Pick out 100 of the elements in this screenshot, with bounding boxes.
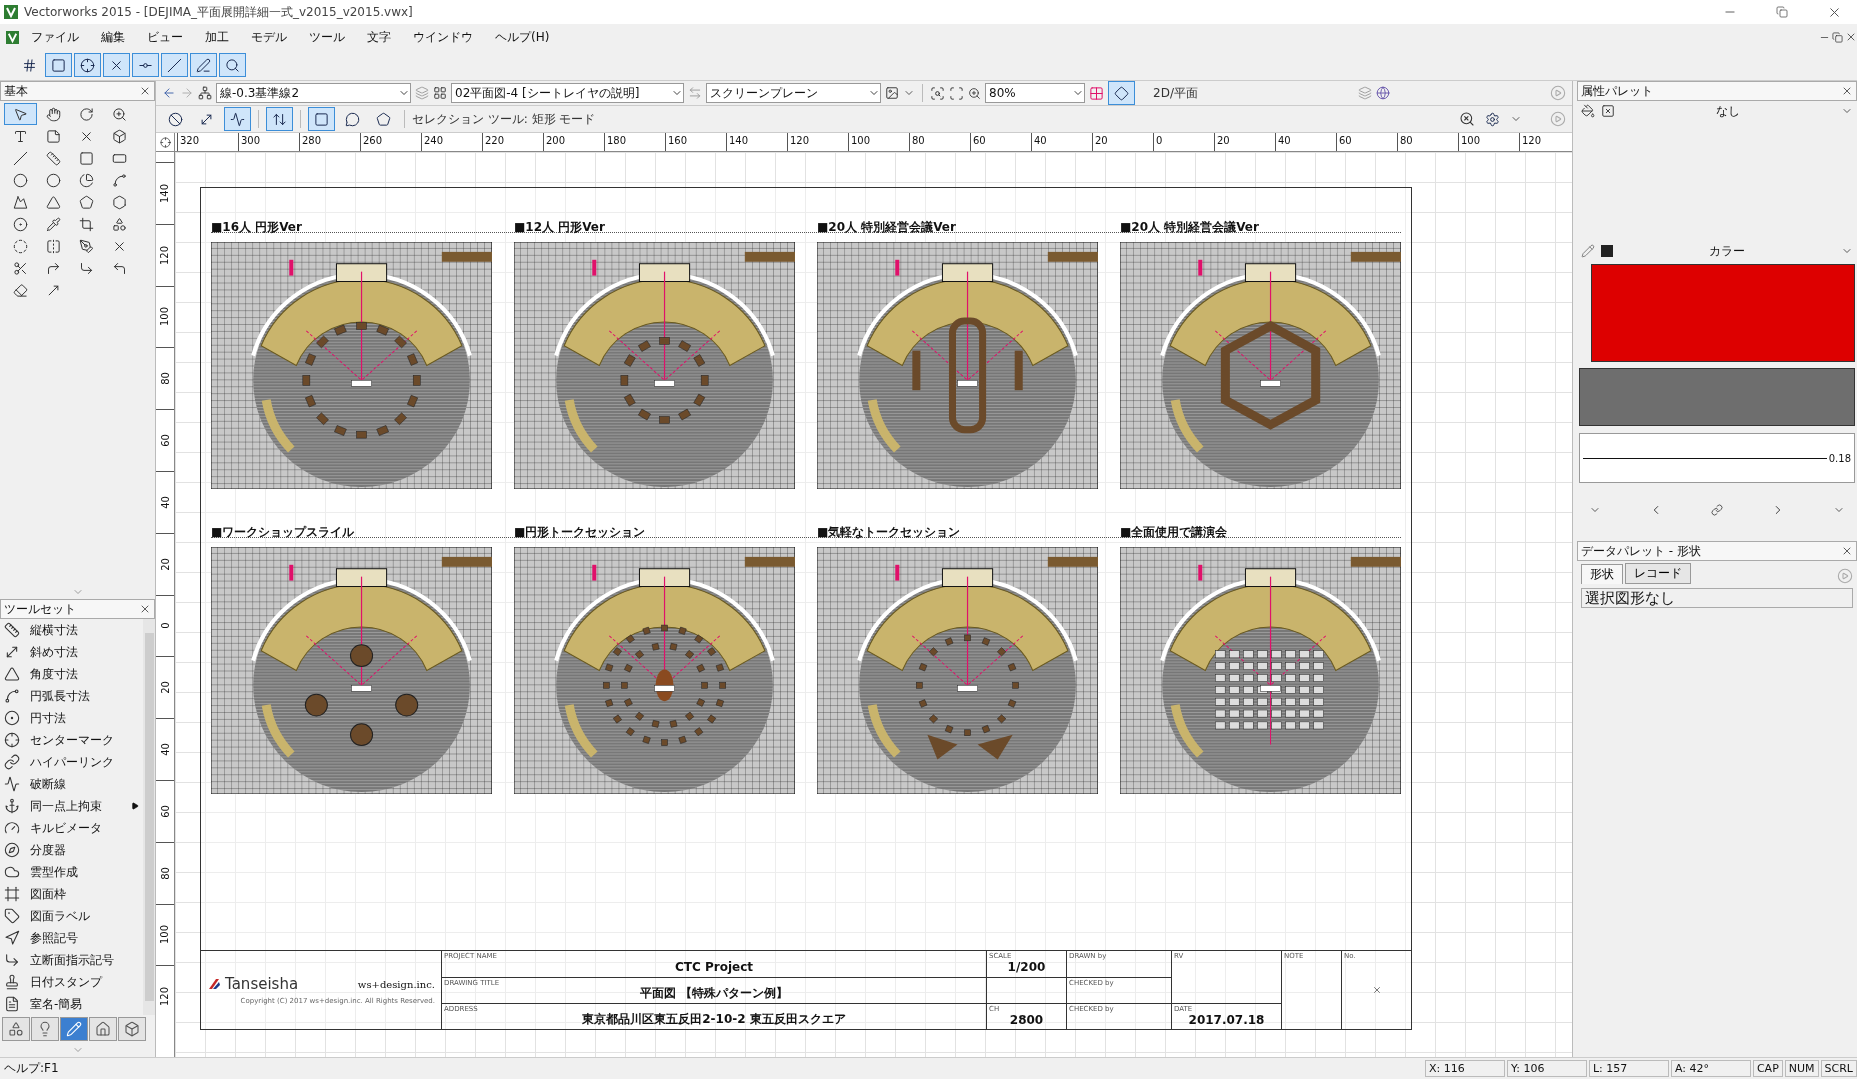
palette-title: 属性パレット <box>1581 82 1653 100</box>
address-value: 東京都品川区東五反田2-10-2 東五反田スクエア <box>582 1011 846 1028</box>
status-cell: L: 157 <box>1588 1060 1669 1077</box>
ruler-label: 60 <box>159 434 171 447</box>
menu-item[interactable]: ツール <box>299 26 355 48</box>
layer-dropdown[interactable]: 02平面図-4 [シートレイヤの説明] <box>451 83 684 103</box>
ruler-label: 0 <box>159 622 171 630</box>
class-dropdown[interactable]: 線-0.3基準線2 <box>216 83 411 103</box>
ruler-label: 120 <box>1519 133 1572 151</box>
ruler-label: 200 <box>543 133 604 151</box>
plan-title: ■円形トークセッション <box>514 524 647 541</box>
line-weight-field[interactable]: 0.18 <box>1579 433 1855 483</box>
view-label: 2D/平面 <box>1153 84 1198 102</box>
plane-dropdown[interactable]: スクリーンプレーン <box>706 83 881 103</box>
ruler-label: 40 <box>159 743 171 756</box>
plan-title: ■全面使用で講演会 <box>1120 524 1229 541</box>
palette-title: ツールセット <box>4 600 76 618</box>
ruler-label: 280 <box>299 133 360 151</box>
plan-title: ■20人 特別経営会議Ver <box>817 219 957 236</box>
tool-list-item[interactable]: 図面枠 <box>30 885 66 903</box>
ruler-label: 320 <box>177 133 238 151</box>
ruler-label: 40 <box>159 496 171 509</box>
tool-list-item[interactable]: 円弧長寸法 <box>30 687 90 705</box>
ruler-label: 100 <box>159 925 171 945</box>
tool-list-item[interactable]: 円寸法 <box>30 709 66 727</box>
menu-item[interactable]: 加工 <box>195 26 239 48</box>
tool-list-item[interactable]: 同一点上拘束 <box>30 797 102 815</box>
ruler-label: 260 <box>360 133 421 151</box>
ruler-label: 80 <box>159 866 171 880</box>
status-cell: SCRL <box>1820 1060 1857 1077</box>
ruler-label: 20 <box>1092 133 1153 151</box>
menu-item[interactable]: ビュー <box>137 26 193 48</box>
scale-value: 1/200 <box>1007 960 1046 974</box>
menu-item[interactable]: ファイル <box>21 26 89 48</box>
ruler-label: 120 <box>159 987 171 1007</box>
window-title: Vectorworks 2015 - [DEJIMA_平面展開詳細一式_v2015_v2015.vwx] <box>24 3 414 21</box>
fill-style[interactable]: なし <box>1621 102 1835 120</box>
plan-title: ■ワークショップスライル <box>211 524 356 541</box>
ruler-label: 60 <box>1336 133 1397 151</box>
tool-list-item[interactable]: 分度器 <box>30 841 66 859</box>
tool-list-item[interactable]: キルビメータ <box>30 819 102 837</box>
ruler-label: 100 <box>1458 133 1519 151</box>
tool-list-item[interactable]: センターマーク <box>30 731 114 749</box>
tool-list-item[interactable]: 立断面指示記号 <box>30 951 114 969</box>
ruler-label: 240 <box>421 133 482 151</box>
plan-title: ■12人 円形Ver <box>514 219 606 236</box>
ruler-label: 100 <box>848 133 909 151</box>
menu-item[interactable]: 文字 <box>357 26 401 48</box>
selection-field: 選択図形なし <box>1581 588 1853 608</box>
ruler-label: 40 <box>1275 133 1336 151</box>
tool-list-item[interactable]: 斜め寸法 <box>30 643 78 661</box>
pen-style[interactable]: カラー <box>1619 242 1835 260</box>
ruler-label: 140 <box>159 183 171 203</box>
tool-list-item[interactable]: 破断線 <box>30 775 66 793</box>
mode-status: セレクション ツール: 矩形 モード <box>412 110 596 128</box>
ruler-label: 20 <box>159 681 171 695</box>
ruler-label: 300 <box>238 133 299 151</box>
status-cell: Y: 106 <box>1506 1060 1587 1077</box>
ruler-label: 80 <box>159 372 171 386</box>
tool-list-item[interactable]: 角度寸法 <box>30 665 78 683</box>
tool-list-item[interactable]: 雲型作成 <box>30 863 78 881</box>
palette-title: データパレット - 形状 <box>1581 542 1701 560</box>
ruler-label: 40 <box>1031 133 1092 151</box>
ruler-label: 160 <box>665 133 726 151</box>
tool-list-item[interactable]: 室名-簡易 <box>30 995 83 1013</box>
status-cell: CAP <box>1752 1060 1783 1077</box>
plan-title: ■16人 円形Ver <box>211 219 303 236</box>
ruler-label: 80 <box>1397 133 1458 151</box>
drawing-title: 平面図 【特殊パターン例】 <box>639 985 789 1002</box>
ruler-label: 120 <box>159 245 171 265</box>
ruler-label: 120 <box>787 133 848 151</box>
palette-title: 基本 <box>4 82 28 100</box>
tool-list-item[interactable]: ハイパーリンク <box>30 753 114 771</box>
ruler-label: 60 <box>159 805 171 818</box>
status-cell: NUM <box>1784 1060 1819 1077</box>
tool-list-item[interactable]: 図面ラベル <box>30 907 90 925</box>
menu-item[interactable]: モデル <box>241 26 297 48</box>
ch-value: 2800 <box>1009 1012 1044 1027</box>
menu-item[interactable]: ウインドウ <box>403 26 483 48</box>
ruler-label: 20 <box>159 557 171 571</box>
plan-title: ■20人 特別経営会議Ver <box>1120 219 1260 236</box>
ruler-label: 20 <box>1214 133 1275 151</box>
help-hint: ヘルプ:F1 <box>3 1060 60 1077</box>
palette-tab[interactable]: レコード <box>1625 563 1691 584</box>
project-name: CTC Project <box>674 960 753 974</box>
tool-list-item[interactable]: 日付スタンプ <box>30 973 102 991</box>
tool-list-item[interactable]: 縦横寸法 <box>30 621 78 639</box>
ruler-label: 0 <box>1153 133 1214 151</box>
tool-list-item[interactable]: 参照記号 <box>30 929 78 947</box>
ruler-label: 80 <box>909 133 970 151</box>
ruler-label: 60 <box>970 133 1031 151</box>
status-cell: X: 116 <box>1424 1060 1505 1077</box>
status-cell: A: 42° <box>1670 1060 1751 1077</box>
menu-item[interactable]: 編集 <box>91 26 135 48</box>
palette-tab[interactable]: 形状 <box>1581 564 1623 584</box>
date-value: 2017.07.18 <box>1188 1012 1265 1027</box>
menu-item[interactable]: ヘルプ(H) <box>485 26 560 48</box>
plan-title: ■気軽なトークセッション <box>817 524 962 541</box>
zoom-dropdown[interactable]: 80% <box>985 83 1085 103</box>
designer-logo: ws+design.inc. <box>357 978 435 990</box>
